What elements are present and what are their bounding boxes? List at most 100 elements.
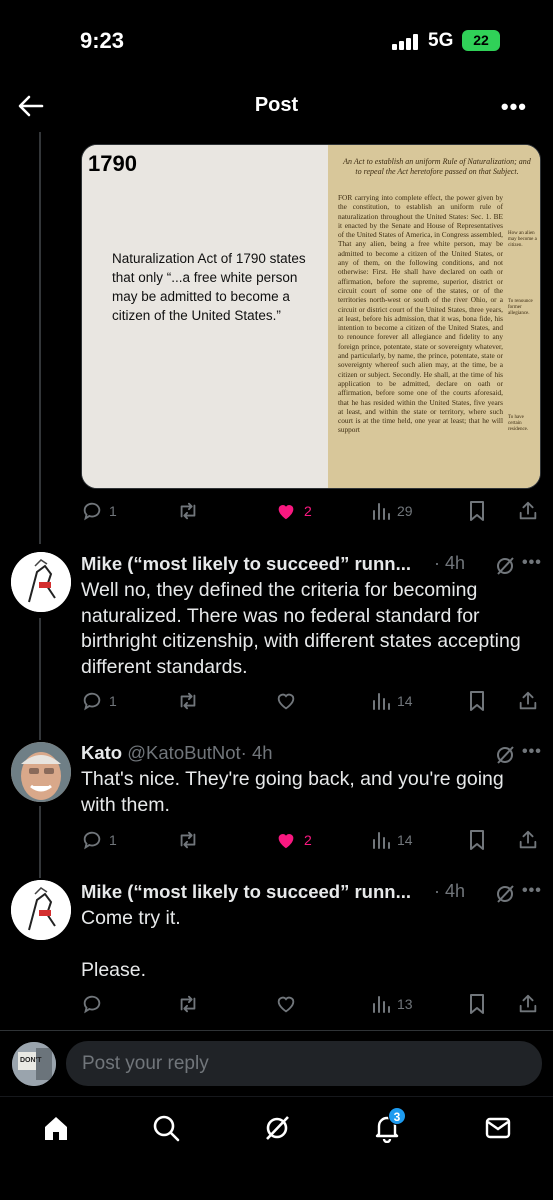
document-margin-note: To renounce former allegiance.: [508, 299, 533, 316]
more-options-icon[interactable]: •••: [522, 743, 542, 761]
reply-actions: 1 14: [81, 688, 541, 714]
bookmark-button[interactable]: [467, 498, 487, 524]
reply-button[interactable]: 1: [81, 827, 117, 853]
repost-button[interactable]: [176, 498, 200, 524]
reply-actions: 1 2 14: [81, 827, 541, 853]
like-button[interactable]: [274, 991, 298, 1017]
views-icon: [373, 503, 390, 520]
reply-author-name[interactable]: Kato: [81, 742, 122, 763]
like-button[interactable]: 2: [274, 498, 312, 524]
views-button[interactable]: 29: [371, 498, 413, 524]
views-count: 13: [397, 996, 413, 1012]
heart-filled-icon: [278, 505, 294, 520]
share-button[interactable]: [517, 498, 539, 524]
reply-count: 1: [109, 693, 117, 709]
views-icon: [373, 996, 390, 1013]
grok-icon[interactable]: [494, 744, 516, 766]
avatar[interactable]: [11, 742, 71, 802]
repost-icon: [180, 995, 196, 1013]
views-icon: [373, 693, 390, 710]
home-icon[interactable]: [41, 1113, 71, 1143]
like-count: 2: [304, 503, 312, 519]
avatar-sketch-icon: [11, 880, 71, 940]
avatar[interactable]: DON'T: [12, 1042, 56, 1086]
reply-button[interactable]: [81, 991, 103, 1017]
reply-count: 1: [109, 503, 117, 519]
share-button[interactable]: [517, 688, 539, 714]
avatar-sign-text: DON'T: [20, 1057, 42, 1064]
notifications-icon[interactable]: 3: [372, 1107, 406, 1144]
views-button[interactable]: 14: [371, 688, 413, 714]
reply-count: 1: [109, 832, 117, 848]
views-count: 14: [397, 693, 413, 709]
avatar-photo-icon: [11, 742, 71, 802]
avatar-sign-icon: [12, 1042, 56, 1086]
share-button[interactable]: [517, 827, 539, 853]
messages-icon[interactable]: [483, 1113, 513, 1143]
reply-input[interactable]: Post your reply: [66, 1041, 542, 1086]
reply-button[interactable]: 1: [81, 498, 117, 524]
grok-icon[interactable]: [494, 555, 516, 577]
reply-time: · 4h: [240, 742, 273, 763]
share-icon: [519, 501, 537, 520]
reply-icon: [83, 831, 101, 850]
ellipsis-icon[interactable]: •••: [501, 94, 527, 120]
battery-icon: 22: [462, 30, 500, 51]
repost-button[interactable]: [176, 688, 200, 714]
reply-icon: [83, 692, 101, 711]
reply-author-name[interactable]: Mike (“most likely to succeed” runn...: [81, 881, 411, 902]
avatar[interactable]: [11, 552, 71, 612]
image-year: 1790: [88, 151, 137, 176]
avatar[interactable]: [11, 880, 71, 940]
grok-icon[interactable]: [262, 1113, 292, 1143]
thread-line: [39, 806, 41, 878]
historic-document: An Act to establish an uniform Rule of N…: [328, 145, 540, 488]
thread-line: [39, 618, 41, 740]
bookmark-button[interactable]: [467, 688, 487, 714]
heart-icon: [277, 693, 295, 710]
more-options-icon[interactable]: •••: [522, 882, 542, 900]
repost-icon: [180, 831, 196, 849]
status-time: 9:23: [80, 28, 125, 53]
reply-text: That's nice. They're going back, and you…: [81, 768, 504, 816]
thread-line: [39, 132, 41, 544]
heart-filled-icon: [278, 834, 294, 849]
bookmark-button[interactable]: [467, 991, 487, 1017]
post-image[interactable]: 1790 Naturalization Act of 1790 states t…: [81, 144, 541, 489]
document-margin-note: To have certain residence.: [508, 415, 529, 432]
reply-button[interactable]: 1: [81, 688, 117, 714]
bookmark-icon: [470, 501, 484, 521]
bookmark-icon: [470, 691, 484, 711]
heart-icon: [277, 996, 295, 1013]
views-count: 14: [397, 832, 413, 848]
signal-icon: [392, 34, 420, 50]
grok-icon[interactable]: [494, 883, 516, 905]
more-options-icon[interactable]: •••: [522, 554, 542, 572]
share-button[interactable]: [517, 991, 539, 1017]
reply-header: Kato @KatoButNot· 4h: [81, 742, 273, 764]
share-icon: [519, 691, 537, 710]
document-heading: An Act to establish an uniform Rule of N…: [343, 157, 531, 176]
views-button[interactable]: 14: [371, 827, 413, 853]
reply-icon: [83, 502, 101, 521]
reply-author-name[interactable]: Mike (“most likely to succeed” runn...: [81, 553, 411, 574]
bookmark-button[interactable]: [467, 827, 487, 853]
document-text: FOR carrying into complete effect, the p…: [338, 193, 503, 435]
reply-actions: 13: [81, 991, 541, 1017]
reply-author-handle[interactable]: @KatoButNot: [127, 742, 240, 763]
repost-button[interactable]: [176, 827, 200, 853]
page-title: Post: [254, 94, 299, 116]
like-button[interactable]: 2: [274, 827, 312, 853]
share-icon: [519, 994, 537, 1013]
like-count: 2: [304, 832, 312, 848]
reply-text: Come try it.: [81, 907, 181, 929]
tab-bar: 3: [0, 1096, 553, 1200]
views-button[interactable]: 13: [371, 991, 413, 1017]
repost-button[interactable]: [176, 991, 200, 1017]
image-left-panel: 1790 Naturalization Act of 1790 states t…: [82, 145, 328, 488]
reply-text: Please.: [81, 959, 147, 981]
repost-icon: [180, 692, 196, 710]
search-icon[interactable]: [151, 1113, 181, 1143]
like-button[interactable]: [274, 688, 298, 714]
bookmark-icon: [470, 830, 484, 850]
